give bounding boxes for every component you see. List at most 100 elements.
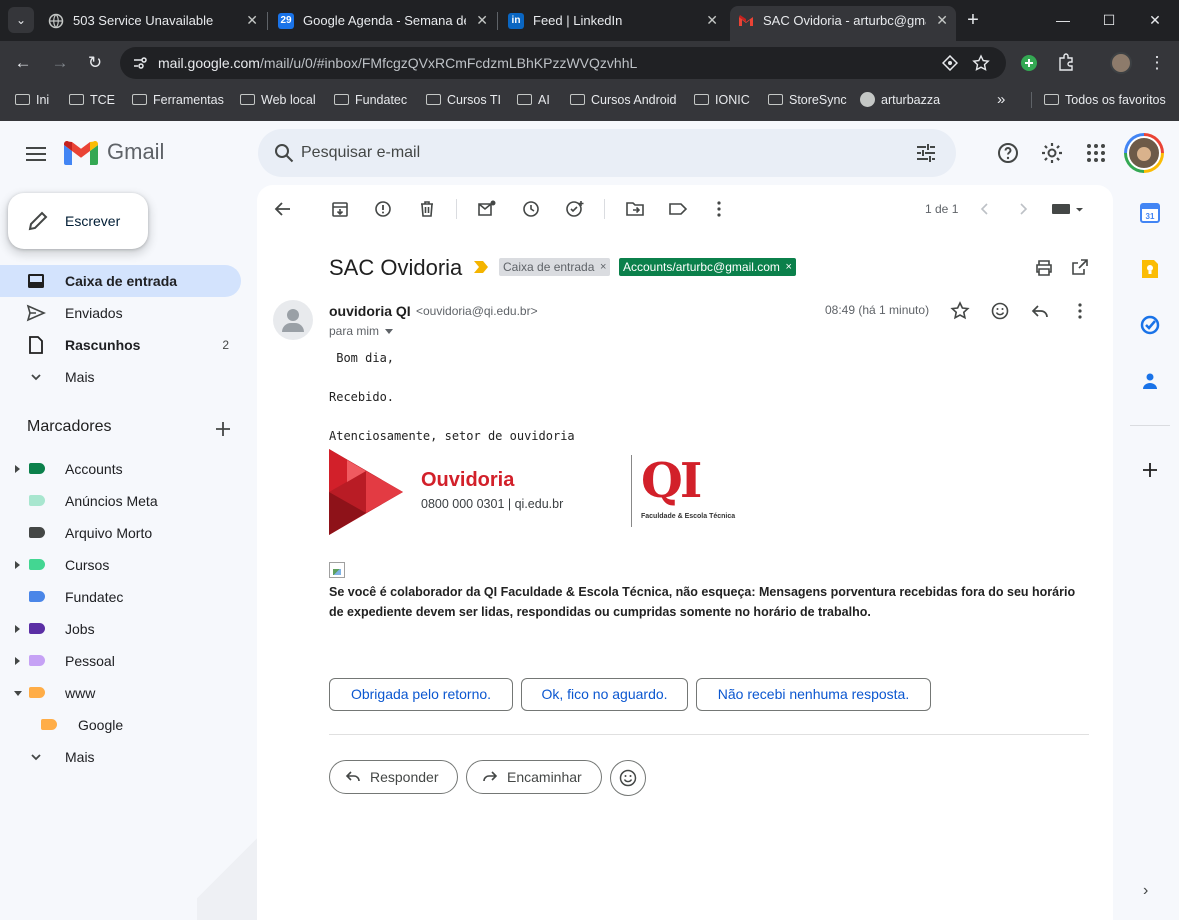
- label-icon[interactable]: [668, 199, 688, 219]
- move-to-folder-icon[interactable]: [625, 199, 645, 219]
- google-contacts-icon[interactable]: [1140, 371, 1160, 391]
- address-bar[interactable]: mail.google.com/mail/u/0/#inbox/FMfcgzQV…: [120, 47, 1006, 79]
- label-accounts[interactable]: Accounts: [0, 453, 241, 485]
- label-fundatec[interactable]: Fundatec: [0, 581, 241, 613]
- forward-button[interactable]: Encaminhar: [466, 760, 602, 794]
- back-icon[interactable]: ←: [11, 51, 35, 75]
- close-tab-icon[interactable]: ✕: [476, 6, 488, 35]
- newer-chevron-icon[interactable]: [975, 199, 995, 219]
- close-window-button[interactable]: ✕: [1132, 0, 1178, 41]
- expand-arrow-icon[interactable]: [15, 561, 20, 569]
- minimize-button[interactable]: —: [1040, 0, 1086, 41]
- recipients-toggle[interactable]: para mim: [329, 324, 394, 338]
- tab-search-button[interactable]: ⌄: [8, 7, 34, 33]
- more-vert-icon[interactable]: [1070, 301, 1090, 321]
- nav-drafts[interactable]: Rascunhos 2: [0, 329, 241, 361]
- add-label-icon[interactable]: [213, 419, 233, 439]
- print-icon[interactable]: [1034, 258, 1054, 278]
- star-icon[interactable]: [950, 301, 970, 321]
- label-pessoal[interactable]: Pessoal: [0, 645, 241, 677]
- report-spam-icon[interactable]: [373, 199, 393, 219]
- tab-gmail[interactable]: SAC Ovidoria - arturbc@gmai ✕: [730, 6, 956, 41]
- google-calendar-icon[interactable]: 31: [1140, 203, 1160, 223]
- extension-add-icon[interactable]: [1020, 54, 1038, 72]
- bookmark-folder[interactable]: StoreSync: [768, 85, 847, 115]
- reply-button[interactable]: Responder: [329, 760, 458, 794]
- sender-name[interactable]: ouvidoria QI: [329, 303, 411, 319]
- more-options-icon[interactable]: [709, 199, 729, 219]
- emoji-reaction-icon[interactable]: [990, 301, 1010, 321]
- bookmark-folder[interactable]: Fundatec: [334, 85, 407, 115]
- input-tools-keyboard-icon[interactable]: [1051, 199, 1085, 219]
- help-icon[interactable]: [996, 141, 1020, 165]
- bookmark-folder[interactable]: Web local: [240, 85, 316, 115]
- apps-grid-icon[interactable]: [1084, 141, 1108, 165]
- browser-menu-icon[interactable]: ⋮: [1145, 51, 1169, 75]
- mark-unread-icon[interactable]: [477, 199, 497, 219]
- remove-label-icon[interactable]: ×: [785, 258, 791, 276]
- emoji-react-button[interactable]: [610, 760, 646, 796]
- reply-icon[interactable]: [1030, 301, 1050, 321]
- search-bar[interactable]: Pesquisar e-mail: [258, 129, 956, 177]
- label-jobs[interactable]: Jobs: [0, 613, 241, 645]
- extensions-puzzle-icon[interactable]: [1057, 53, 1075, 71]
- bookmark-star-icon[interactable]: [972, 54, 990, 72]
- site-info-icon[interactable]: [132, 55, 148, 71]
- archive-icon[interactable]: [330, 199, 350, 219]
- smart-reply-button[interactable]: Não recebi nenhuma resposta.: [696, 678, 931, 711]
- older-chevron-icon[interactable]: [1013, 199, 1033, 219]
- labels-more[interactable]: Mais: [0, 741, 241, 773]
- search-icon[interactable]: [272, 141, 296, 165]
- nav-sent[interactable]: Enviados: [0, 297, 241, 329]
- nav-more[interactable]: Mais: [0, 361, 241, 393]
- bookmark-folder[interactable]: Ini: [15, 85, 49, 115]
- forward-icon[interactable]: →: [48, 51, 72, 75]
- close-tab-icon[interactable]: ✕: [936, 6, 948, 35]
- bookmark-github[interactable]: arturbazza: [860, 85, 940, 115]
- google-tasks-icon[interactable]: [1140, 315, 1160, 335]
- account-avatar[interactable]: [1124, 133, 1164, 173]
- expand-arrow-icon[interactable]: [15, 465, 20, 473]
- new-tab-button[interactable]: +: [950, 0, 996, 41]
- tab-linkedin[interactable]: in Feed | LinkedIn ✕: [500, 6, 726, 35]
- expand-arrow-icon[interactable]: [15, 657, 20, 665]
- expand-arrow-icon[interactable]: [15, 625, 20, 633]
- label-google[interactable]: Google: [0, 709, 241, 741]
- close-tab-icon[interactable]: ✕: [246, 6, 258, 35]
- back-to-inbox-icon[interactable]: [273, 199, 293, 219]
- bookmark-folder[interactable]: Ferramentas: [132, 85, 224, 115]
- label-cursos[interactable]: Cursos: [0, 549, 241, 581]
- label-www[interactable]: www: [0, 677, 241, 709]
- bookmark-folder[interactable]: IONIC: [694, 85, 750, 115]
- tab-google-agenda[interactable]: 29 Google Agenda - Semana de ✕: [270, 6, 496, 35]
- get-addons-plus-icon[interactable]: [1140, 460, 1160, 480]
- label-anuncios-meta[interactable]: Anúncios Meta: [0, 485, 241, 517]
- open-new-window-icon[interactable]: [1070, 257, 1090, 277]
- compose-button[interactable]: Escrever: [8, 193, 148, 249]
- google-keep-icon[interactable]: [1140, 259, 1160, 279]
- bookmarks-overflow-button[interactable]: »: [997, 85, 1005, 115]
- nav-inbox[interactable]: Caixa de entrada: [0, 265, 241, 297]
- bookmark-folder[interactable]: Cursos Android: [570, 85, 676, 115]
- bookmark-folder[interactable]: TCE: [69, 85, 115, 115]
- all-bookmarks-folder[interactable]: Todos os favoritos: [1044, 85, 1166, 115]
- maximize-button[interactable]: ☐: [1086, 0, 1132, 41]
- google-lens-icon[interactable]: [942, 55, 958, 71]
- search-options-icon[interactable]: [914, 141, 938, 165]
- smart-reply-button[interactable]: Ok, fico no aguardo.: [521, 678, 688, 711]
- delete-trash-icon[interactable]: [417, 199, 437, 219]
- snooze-clock-icon[interactable]: [521, 199, 541, 219]
- settings-gear-icon[interactable]: [1040, 141, 1064, 165]
- profile-avatar[interactable]: [1110, 52, 1132, 74]
- bookmark-folder[interactable]: Cursos TI: [426, 85, 501, 115]
- label-arquivo-morto[interactable]: Arquivo Morto: [0, 517, 241, 549]
- bookmark-folder[interactable]: AI: [517, 85, 550, 115]
- remove-label-icon[interactable]: ×: [600, 258, 606, 276]
- show-side-panel-chevron-icon[interactable]: ›: [1143, 882, 1148, 900]
- collapse-arrow-icon[interactable]: [14, 691, 22, 696]
- smart-reply-button[interactable]: Obrigada pelo retorno.: [329, 678, 513, 711]
- close-tab-icon[interactable]: ✕: [706, 6, 718, 35]
- important-marker-icon[interactable]: [474, 261, 488, 273]
- reload-icon[interactable]: ↻: [83, 51, 107, 75]
- main-menu-icon[interactable]: [24, 143, 48, 163]
